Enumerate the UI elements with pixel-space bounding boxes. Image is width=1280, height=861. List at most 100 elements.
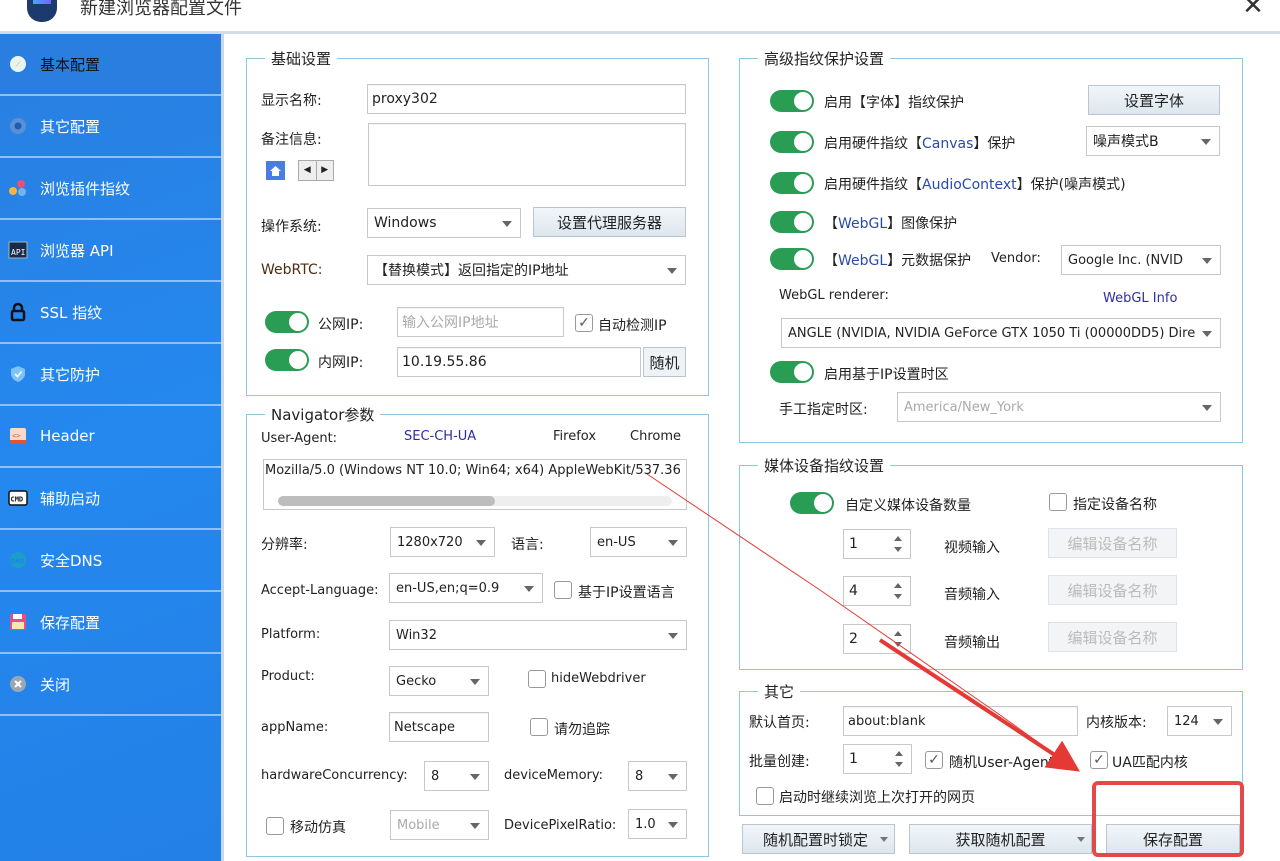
webrtc-select[interactable]: 【替换模式】返回指定的IP地址 [367,255,686,285]
appname-input[interactable]: Netscape [389,712,489,742]
webgl-metadata-toggle[interactable] [770,248,814,270]
arrow-down-icon[interactable] [894,547,902,552]
sidebar-item-ssl-fingerprint[interactable]: SSL 指纹 [0,282,221,344]
user-agent-textarea[interactable]: Mozilla/5.0 (Windows NT 10.0; Win64; x64… [263,459,687,510]
webgl-info-link[interactable]: WebGL Info [1103,291,1177,306]
hide-webdriver-checkbox[interactable] [528,670,546,688]
public-ip-toggle[interactable] [265,311,309,333]
manual-timezone-select[interactable]: America/New_York [897,392,1221,422]
canvas-protection-toggle[interactable] [770,131,814,153]
do-not-track-checkbox[interactable] [530,718,548,736]
os-select[interactable]: Windows [367,208,521,238]
note-textarea[interactable] [368,123,686,186]
custom-media-count-toggle[interactable] [790,492,834,514]
sidebar-item-label: 保存配置 [40,613,101,632]
save-config-button[interactable]: 保存配置 [1106,824,1240,854]
ua-match-kernel-checkbox[interactable]: ✓ [1090,751,1108,769]
firefox-link[interactable]: Firefox [553,429,596,444]
arrow-left-icon[interactable]: ◀ [299,161,317,180]
set-proxy-button[interactable]: 设置代理服务器 [533,207,686,237]
sidebar-item-plugin-fingerprint[interactable]: 浏览插件指纹 [0,158,221,220]
language-select[interactable]: en-US [590,527,687,557]
basic-settings-legend: 基础设置 [271,50,332,68]
continue-session-checkbox[interactable] [756,787,774,805]
chevron-down-icon [668,540,678,546]
vendor-select[interactable]: Google Inc. (NVID [1061,245,1221,275]
sidebar-item-assisted-launch[interactable]: CMD 辅助启动 [0,468,221,530]
do-not-track-label: 请勿追踪 [554,722,610,738]
ua-scrollbar-track[interactable] [278,496,672,506]
hw-concurrency-select[interactable]: 8 [424,761,489,791]
manual-timezone-value: America/New_York [904,399,1024,415]
edit-audio-input-name-button[interactable]: 编辑设备名称 [1048,575,1177,605]
sec-ch-ua-link[interactable]: SEC-CH-UA [404,429,476,444]
arrow-right-icon[interactable]: ▶ [317,161,334,180]
webgl-image-toggle[interactable] [770,211,814,233]
sidebar-item-basic-config[interactable]: 基本配置 [0,34,221,96]
arrow-down-icon[interactable] [894,594,902,599]
set-font-button[interactable]: 设置字体 [1088,85,1220,115]
font-protection-toggle[interactable] [770,90,814,112]
button-label: 随机配置时锁定 [763,830,869,849]
label-part: 】元数据保护 [887,253,972,269]
arrow-up-icon[interactable] [894,631,902,636]
home-icon[interactable] [266,161,285,180]
chevron-down-icon[interactable] [880,837,888,842]
private-ip-toggle[interactable] [265,349,309,371]
arrow-up-icon[interactable] [894,536,902,541]
private-ip-input[interactable]: 10.19.55.86 [397,347,641,377]
sidebar-item-save-config[interactable]: 保存配置 [0,592,221,654]
canvas-mode-select[interactable]: 噪声模式B [1086,126,1220,156]
video-input-stepper[interactable]: 1 [843,529,911,559]
public-ip-input[interactable]: 输入公网IP地址 [397,307,564,337]
ua-scrollbar-thumb[interactable] [278,496,495,506]
batch-create-stepper[interactable]: 1 [843,744,912,774]
ip-language-checkbox[interactable] [554,581,572,599]
specify-device-name-checkbox[interactable] [1049,493,1067,511]
random-ip-button[interactable]: 随机 [643,347,686,377]
arrow-up-icon[interactable] [895,751,903,756]
chrome-link[interactable]: Chrome [630,429,681,444]
sidebar-item-browser-api[interactable]: API 浏览器 API [0,220,221,282]
nav-arrows[interactable]: ◀ ▶ [298,160,334,181]
lock-on-random-button[interactable]: 随机配置时锁定 [742,824,895,854]
kernel-version-select[interactable]: 124 [1167,706,1232,736]
close-icon[interactable]: ✕ [1236,0,1270,26]
sidebar-item-secure-dns[interactable]: DNS 安全DNS [0,530,221,592]
get-random-config-button[interactable]: 获取随机配置 [909,824,1092,854]
random-ua-checkbox[interactable]: ✓ [925,751,943,769]
video-input-label: 视频输入 [944,540,1000,556]
sidebar-item-other-config[interactable]: 其它配置 [0,96,221,158]
mobile-select[interactable]: Mobile [390,810,489,840]
sidebar-item-close[interactable]: 关闭 [0,654,221,716]
auto-detect-ip-checkbox[interactable]: ✓ [575,314,593,332]
product-select[interactable]: Gecko [389,666,489,696]
arrow-up-icon[interactable] [894,583,902,588]
webgl-image-label: 【WebGL】图像保护 [824,213,957,233]
audio-protection-toggle[interactable] [770,172,814,194]
device-memory-select[interactable]: 8 [628,761,687,791]
batch-create-label: 批量创建: [749,754,810,770]
chevron-down-icon[interactable] [1077,837,1085,842]
edit-video-input-name-button[interactable]: 编辑设备名称 [1048,528,1177,558]
webgl-renderer-select[interactable]: ANGLE (NVIDIA, NVIDIA GeForce GTX 1050 T… [781,318,1221,348]
platform-select[interactable]: Win32 [389,620,687,650]
vendor-value: Google Inc. (NVID [1068,252,1183,268]
ip-timezone-toggle[interactable] [770,361,814,383]
label-part: 】图像保护 [887,216,958,232]
edit-audio-output-name-button[interactable]: 编辑设备名称 [1048,622,1177,652]
display-name-input[interactable]: proxy302 [367,84,686,114]
arrow-down-icon[interactable] [894,642,902,647]
resolution-label: 分辨率: [261,537,308,553]
sidebar-item-other-protection[interactable]: 其它防护 [0,344,221,406]
dpr-select[interactable]: 1.0 [628,809,687,839]
audio-input-stepper[interactable]: 4 [843,576,911,606]
sidebar-item-header[interactable]: <> Header [0,406,221,468]
audio-output-stepper[interactable]: 2 [843,624,911,654]
homepage-input[interactable]: about:blank [843,706,1078,736]
resolution-select[interactable]: 1280x720 [390,527,495,557]
accept-language-select[interactable]: en-US,en;q=0.9 [389,573,543,603]
mobile-emulation-checkbox[interactable] [266,817,284,835]
arrow-down-icon[interactable] [895,762,903,767]
media-device-legend: 媒体设备指纹设置 [764,457,885,475]
